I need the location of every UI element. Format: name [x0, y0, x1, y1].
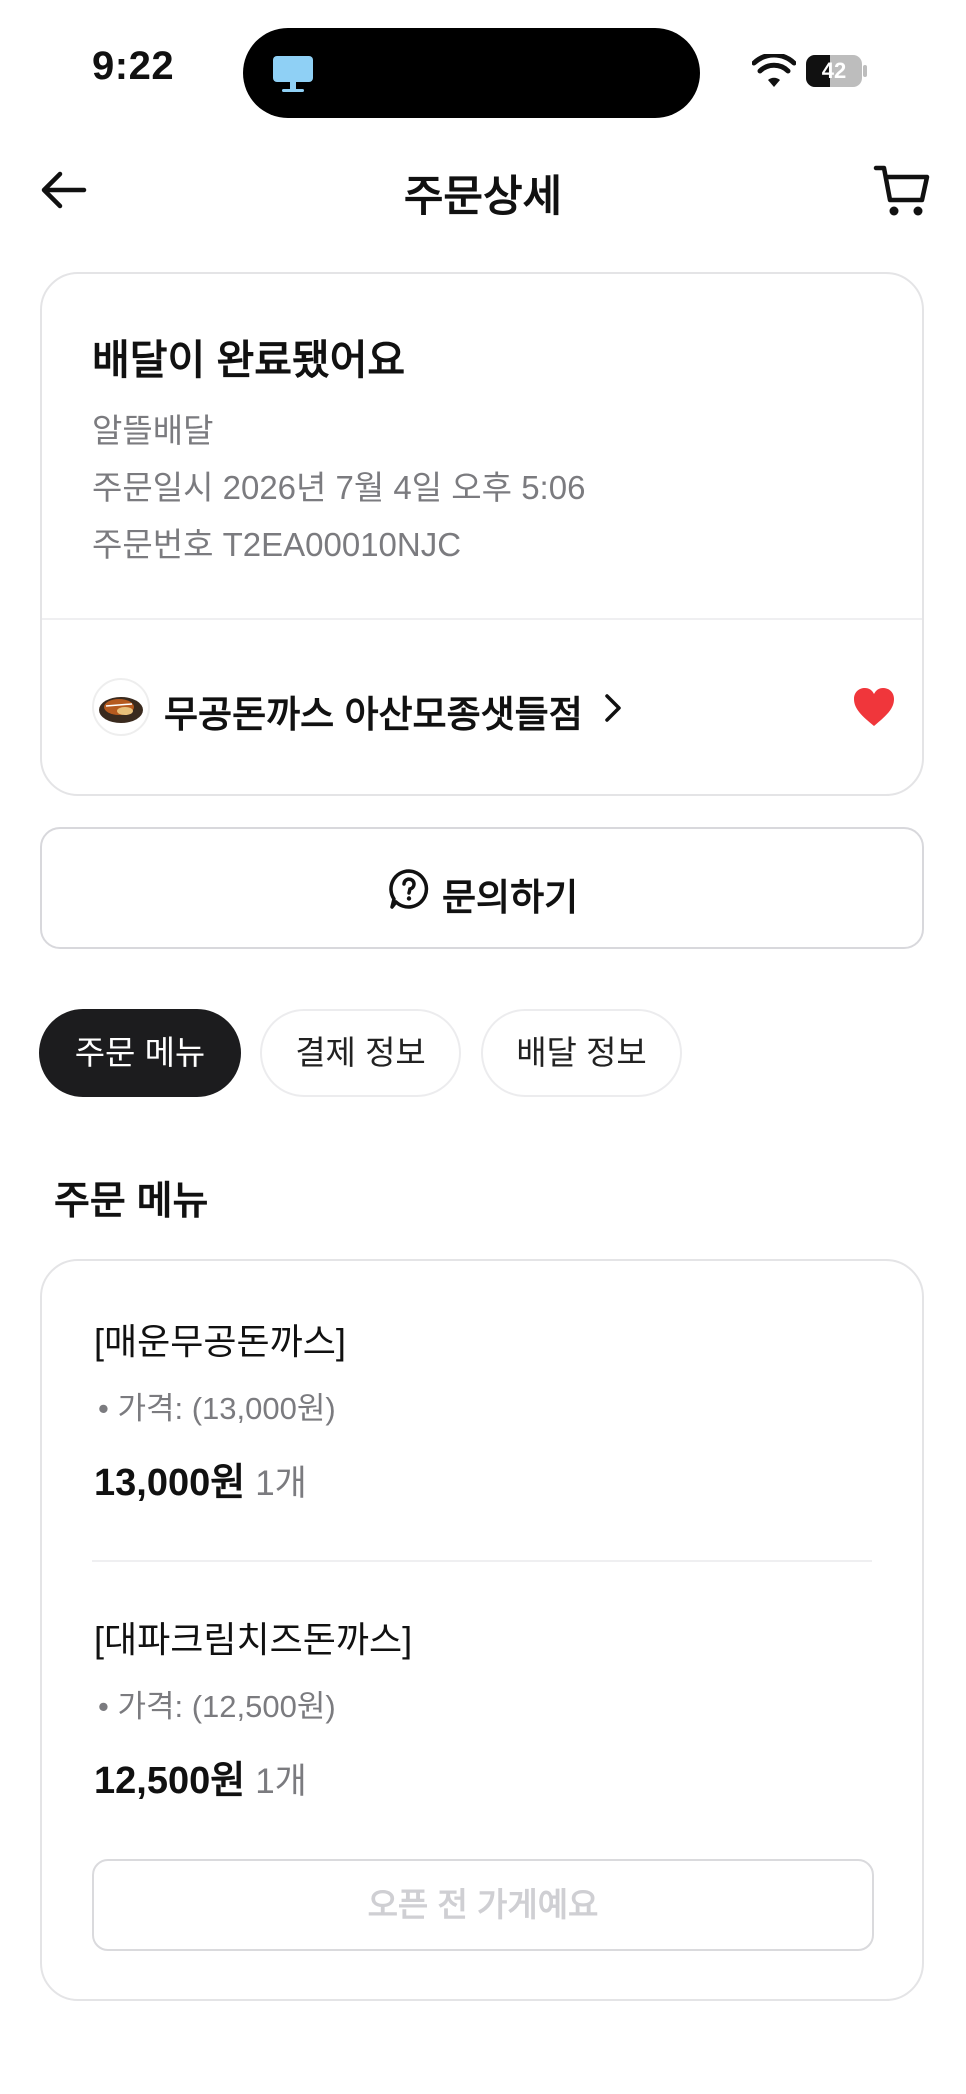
- menu-item-quantity: 1개: [255, 1464, 307, 1503]
- tab-payment-info[interactable]: 결제 정보: [260, 1009, 461, 1097]
- card-divider: [42, 618, 922, 620]
- dynamic-island: [243, 28, 700, 118]
- menu-item-price: 13,000원 1개: [94, 1451, 307, 1506]
- inquiry-button[interactable]: 문의하기: [40, 827, 924, 949]
- store-link[interactable]: 무공돈까스 아산모종샛들점: [92, 676, 894, 740]
- order-datetime: 주문일시 2026년 7월 4일 오후 5:06: [92, 469, 586, 506]
- menu-item-price-value: 12,500원: [94, 1760, 246, 1802]
- store-closed-button: 오픈 전 가게예요: [92, 1859, 874, 1951]
- heart-icon[interactable]: [852, 686, 896, 728]
- menu-item-price-value: 13,000원: [94, 1462, 246, 1504]
- app-header: 주문상세: [0, 140, 966, 240]
- order-status-card: 배달이 완료됐어요 알뜰배달 주문일시 2026년 7월 4일 오후 5:06 …: [40, 272, 924, 796]
- inquiry-label: 문의하기: [442, 877, 579, 918]
- menu-item-name: [매운무공돈까스]: [94, 1321, 346, 1362]
- delivery-type: 알뜰배달: [92, 412, 214, 449]
- menu-item-quantity: 1개: [255, 1762, 307, 1801]
- menu-item-price-detail: • 가격: (12,500원): [98, 1689, 336, 1724]
- store-name[interactable]: 무공돈까스 아산모종샛들점: [164, 684, 583, 738]
- order-menu-card: [매운무공돈까스] • 가격: (13,000원) 13,000원 1개 [대파크…: [40, 1259, 924, 2001]
- page-title: 주문상세: [403, 173, 563, 221]
- battery-percentage: 42: [821, 58, 847, 83]
- menu-item-price: 12,500원 1개: [94, 1749, 307, 1804]
- section-title: 주문 메뉴: [54, 1180, 209, 1223]
- menu-item-price-detail: • 가격: (13,000원): [98, 1391, 336, 1426]
- order-number: 주문번호 T2EA00010NJC: [92, 526, 462, 563]
- tab-order-menu[interactable]: 주문 메뉴: [39, 1009, 241, 1097]
- status-time: 9:22: [92, 44, 175, 88]
- battery-indicator: 42: [806, 55, 868, 87]
- delivery-status-title: 배달이 완료됐어요: [92, 337, 406, 383]
- wifi-icon: [752, 54, 796, 87]
- store-logo: [92, 678, 150, 736]
- status-bar: 9:22 42: [0, 0, 966, 130]
- monitor-icon: [273, 56, 313, 92]
- chevron-right-icon: [605, 694, 621, 722]
- menu-divider: [92, 1560, 872, 1562]
- question-chat-icon: [389, 869, 429, 909]
- cart-icon[interactable]: [872, 160, 932, 220]
- menu-item-name: [대파크림치즈돈까스]: [94, 1619, 413, 1660]
- tab-delivery-info[interactable]: 배달 정보: [481, 1009, 682, 1097]
